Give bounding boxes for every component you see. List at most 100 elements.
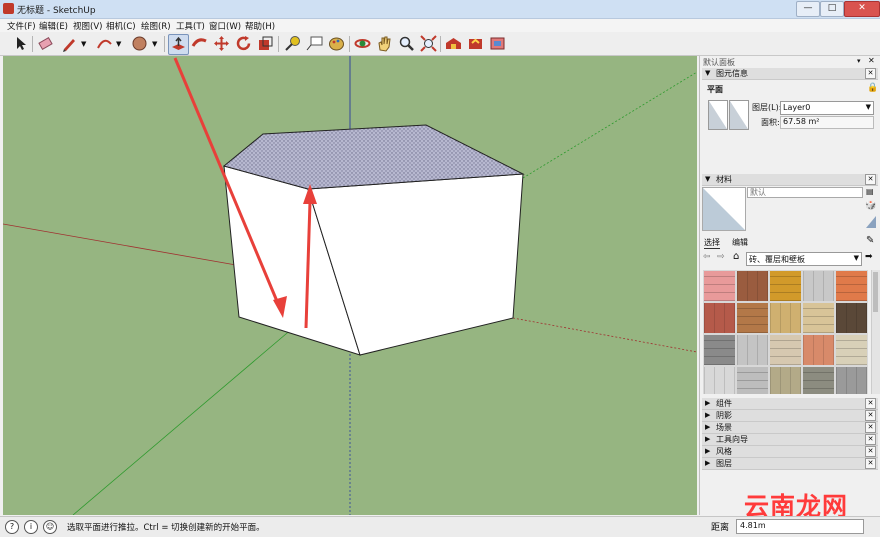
material-swatch[interactable] xyxy=(769,302,802,334)
share-model-tool-button[interactable] xyxy=(466,34,485,53)
swatch-scrollbar[interactable] xyxy=(871,270,880,394)
scale-icon xyxy=(259,36,273,50)
tab-edit[interactable]: 编辑 xyxy=(732,237,748,248)
material-swatch[interactable] xyxy=(736,270,769,302)
tray-section-header[interactable]: ▶ 组件 ✕ xyxy=(702,398,878,410)
material-swatch[interactable] xyxy=(802,366,835,394)
select-tool-button[interactable] xyxy=(11,34,30,53)
material-swatch[interactable] xyxy=(736,334,769,366)
back-arrow-icon[interactable]: ⇦ xyxy=(703,252,711,262)
create-material-icon[interactable]: ▤ xyxy=(866,187,874,196)
material-name-field[interactable] xyxy=(747,187,863,198)
tray-section-header[interactable]: ▶ 工具向导 ✕ xyxy=(702,434,878,446)
orbit-tool-button[interactable] xyxy=(353,34,372,53)
details-arrow-icon[interactable]: ➡ xyxy=(865,252,873,262)
sample-paint-icon[interactable]: 🎲 xyxy=(865,201,876,211)
maximize-button[interactable]: □ xyxy=(820,1,844,17)
menu-edit[interactable]: 编辑(E) xyxy=(39,20,68,32)
tray-section-header[interactable]: ▶ 场景 ✕ xyxy=(702,422,878,434)
material-swatch[interactable] xyxy=(835,366,868,394)
geo-location-icon[interactable]: ? xyxy=(5,520,19,534)
pencil-tool-button[interactable] xyxy=(60,34,79,53)
pan-tool-button[interactable] xyxy=(375,34,394,53)
back-material-swatch[interactable] xyxy=(729,100,749,130)
material-swatch[interactable] xyxy=(835,270,868,302)
push-pull-icon xyxy=(172,36,185,50)
close-icon[interactable]: ✕ xyxy=(865,410,876,421)
tape-measure-tool-button[interactable] xyxy=(283,34,302,53)
tray-section-header[interactable]: ▶ 图层 ✕ xyxy=(702,458,878,470)
paint-dropdown-icon[interactable]: ▼ xyxy=(152,40,157,48)
tray-section-header[interactable]: ▶ 阴影 ✕ xyxy=(702,410,878,422)
extension-tool-button[interactable] xyxy=(488,34,507,53)
menu-view[interactable]: 视图(V) xyxy=(73,20,102,32)
credits-icon[interactable]: i xyxy=(24,520,38,534)
collection-select[interactable]: 砖、覆层和壁板 ▼ xyxy=(746,252,862,266)
material-swatch[interactable] xyxy=(703,334,736,366)
home-icon[interactable]: ⌂ xyxy=(733,251,739,262)
tray-pin-icon[interactable]: ▾ xyxy=(857,57,861,65)
close-icon[interactable]: ✕ xyxy=(865,174,876,185)
pencil-dropdown-icon[interactable]: ▼ xyxy=(81,40,86,48)
text-tool-button[interactable] xyxy=(305,34,324,53)
tray-close-icon[interactable]: ✕ xyxy=(868,56,875,65)
material-preview-triangle-icon xyxy=(703,188,745,230)
arc-dropdown-icon[interactable]: ▼ xyxy=(116,40,121,48)
user-icon[interactable]: ☺ xyxy=(43,520,57,534)
warehouse-tool-button[interactable] xyxy=(444,34,463,53)
close-button[interactable]: ✕ xyxy=(844,1,880,17)
expand-icon: ▶ xyxy=(705,447,711,455)
eraser-tool-button[interactable] xyxy=(36,34,55,53)
material-swatch[interactable] xyxy=(802,270,835,302)
material-swatch[interactable] xyxy=(736,366,769,394)
layer-select[interactable]: Layer0 ▼ xyxy=(780,101,874,115)
material-swatch[interactable] xyxy=(703,366,736,394)
material-swatch[interactable] xyxy=(802,302,835,334)
material-swatch[interactable] xyxy=(835,334,868,366)
tab-select[interactable]: 选择 xyxy=(704,237,720,249)
tray-section-header[interactable]: ▶ 风格 ✕ xyxy=(702,446,878,458)
close-icon[interactable]: ✕ xyxy=(865,434,876,445)
material-swatch[interactable] xyxy=(835,302,868,334)
menu-help[interactable]: 帮助(H) xyxy=(245,20,275,32)
default-material-icon[interactable] xyxy=(866,216,876,228)
menu-tools[interactable]: 工具(T) xyxy=(176,20,205,32)
eyedropper-icon[interactable]: ✎ xyxy=(866,235,874,246)
front-material-swatch[interactable] xyxy=(708,100,728,130)
material-swatch[interactable] xyxy=(769,270,802,302)
forward-arrow-icon[interactable]: ⇨ xyxy=(717,252,725,262)
zoom-tool-button[interactable] xyxy=(397,34,416,53)
close-icon[interactable]: ✕ xyxy=(865,398,876,409)
material-swatch[interactable] xyxy=(802,334,835,366)
minimize-button[interactable]: — xyxy=(796,1,820,17)
material-swatch[interactable] xyxy=(703,270,736,302)
lock-icon[interactable]: 🔒 xyxy=(867,83,878,93)
scale-tool-button[interactable] xyxy=(256,34,275,53)
material-swatch[interactable] xyxy=(769,334,802,366)
dimension-tool-button[interactable] xyxy=(327,34,346,53)
close-icon[interactable]: ✕ xyxy=(865,458,876,469)
push-pull-tool-button[interactable] xyxy=(168,34,189,55)
paint-bucket-tool-button[interactable] xyxy=(130,34,149,53)
material-swatch[interactable] xyxy=(736,302,769,334)
entity-info-header[interactable]: ▼ 图元信息 ✕ xyxy=(702,68,878,80)
close-icon[interactable]: ✕ xyxy=(865,422,876,433)
close-icon[interactable]: ✕ xyxy=(865,446,876,457)
measurements-box[interactable]: 4.81m xyxy=(736,519,864,534)
drawing-viewport[interactable] xyxy=(3,56,697,515)
move-tool-button[interactable] xyxy=(212,34,231,53)
follow-me-tool-button[interactable] xyxy=(190,34,209,53)
collapse-icon: ▼ xyxy=(705,175,711,183)
rotate-tool-button[interactable] xyxy=(234,34,253,53)
menu-window[interactable]: 窗口(W) xyxy=(209,20,241,32)
material-swatch[interactable] xyxy=(769,366,802,394)
menu-camera[interactable]: 相机(C) xyxy=(106,20,136,32)
materials-header[interactable]: ▼ 材料 ✕ xyxy=(702,174,878,186)
material-swatch[interactable] xyxy=(703,302,736,334)
model-canvas[interactable] xyxy=(3,56,697,515)
menu-file[interactable]: 文件(F) xyxy=(7,20,36,32)
zoom-extents-tool-button[interactable] xyxy=(419,34,438,53)
menu-draw[interactable]: 绘图(R) xyxy=(141,20,171,32)
close-icon[interactable]: ✕ xyxy=(865,68,876,79)
arc-tool-button[interactable] xyxy=(95,34,114,53)
